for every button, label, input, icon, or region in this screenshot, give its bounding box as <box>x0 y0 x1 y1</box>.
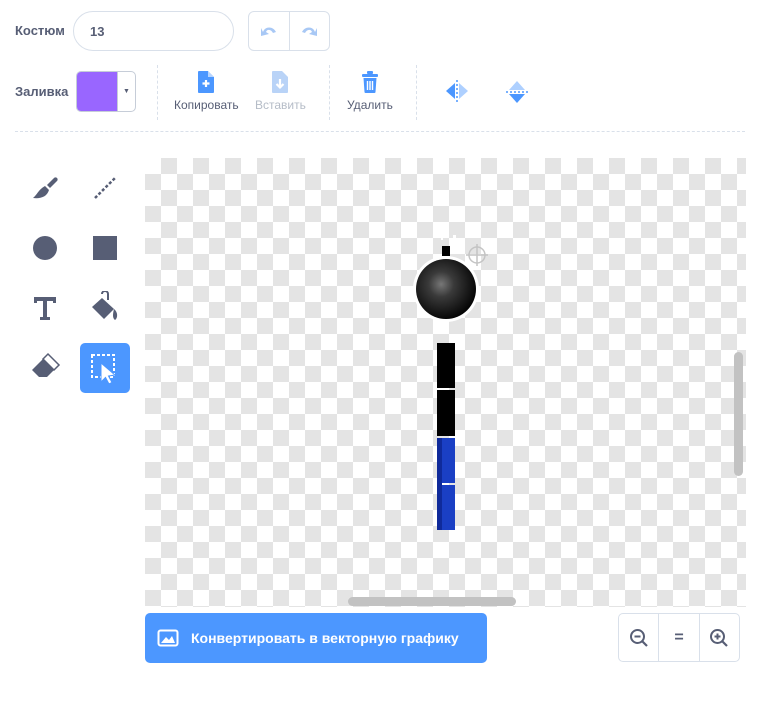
select-icon <box>91 354 117 385</box>
delete-button[interactable]: Удалить <box>347 70 393 112</box>
sprite-drawing <box>413 235 488 530</box>
fill-color-picker[interactable]: ▼ <box>76 71 136 112</box>
image-icon <box>157 629 179 647</box>
fill-tool[interactable] <box>80 283 130 333</box>
paste-label: Вставить <box>255 98 306 112</box>
zoom-reset-button[interactable]: = <box>658 614 698 661</box>
toolbar-divider <box>329 65 330 120</box>
toolbar-divider <box>416 65 417 120</box>
chevron-down-icon: ▼ <box>117 72 135 111</box>
flip-horizontal-button[interactable] <box>444 79 470 108</box>
line-icon <box>94 177 116 199</box>
circle-tool[interactable] <box>20 223 70 273</box>
toolbar-divider <box>157 65 158 120</box>
redo-icon <box>302 27 318 36</box>
line-tool[interactable] <box>80 163 130 213</box>
section-divider <box>15 131 745 132</box>
fill-color-swatch <box>77 72 117 111</box>
copy-label: Копировать <box>174 98 239 112</box>
text-icon <box>34 297 56 320</box>
copy-icon <box>198 71 215 93</box>
delete-label: Удалить <box>347 98 393 112</box>
zoom-controls: = <box>618 613 740 662</box>
horizontal-scrollbar[interactable] <box>348 597 516 606</box>
zoom-out-icon <box>629 628 648 647</box>
fill-bucket-icon <box>92 291 118 320</box>
eraser-icon <box>32 352 61 377</box>
trash-icon <box>361 71 378 93</box>
zoom-in-button[interactable] <box>698 614 739 661</box>
select-tool[interactable] <box>80 343 130 393</box>
eraser-tool[interactable] <box>20 343 70 393</box>
zoom-in-icon <box>710 628 729 647</box>
paint-canvas[interactable] <box>145 158 746 607</box>
brush-tool[interactable] <box>20 163 70 213</box>
undo-button[interactable] <box>249 12 289 50</box>
text-tool[interactable] <box>20 283 70 333</box>
rectangle-icon <box>93 236 117 260</box>
costume-label: Костюм <box>15 23 65 38</box>
undo-redo-group <box>248 11 330 51</box>
fill-label: Заливка <box>15 84 69 99</box>
redo-button[interactable] <box>288 12 330 50</box>
copy-button[interactable]: Копировать <box>174 70 239 112</box>
circle-icon <box>33 236 57 260</box>
paste-button[interactable]: Вставить <box>255 70 306 112</box>
convert-to-vector-button[interactable]: Конвертировать в векторную графику <box>145 613 487 663</box>
undo-icon <box>260 27 276 36</box>
brush-icon <box>33 177 58 199</box>
costume-name-input[interactable] <box>73 11 234 51</box>
zoom-out-button[interactable] <box>619 614 658 661</box>
convert-to-vector-label: Конвертировать в векторную графику <box>191 630 459 646</box>
paste-icon <box>272 71 289 93</box>
flip-horizontal-icon <box>446 80 468 102</box>
vertical-scrollbar[interactable] <box>734 352 743 476</box>
flip-vertical-button[interactable] <box>505 79 529 110</box>
flip-vertical-icon <box>506 81 528 103</box>
rectangle-tool[interactable] <box>80 223 130 273</box>
